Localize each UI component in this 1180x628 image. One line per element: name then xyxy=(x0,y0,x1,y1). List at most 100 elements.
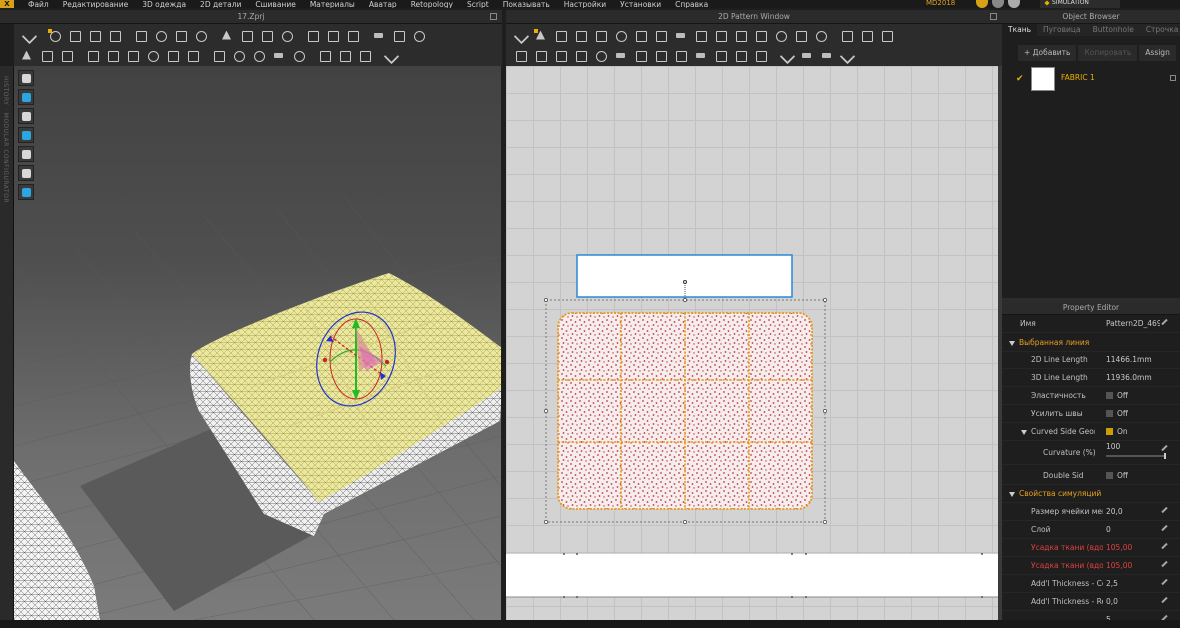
edit-pattern-icon[interactable] xyxy=(554,29,567,42)
texture-icon[interactable] xyxy=(106,49,119,62)
menu-2d-pattern[interactable]: 2D детали xyxy=(200,1,241,8)
internal-circle-icon[interactable] xyxy=(754,29,767,42)
prop-section-line[interactable]: Выбранная линия xyxy=(1002,334,1180,352)
button-icon[interactable] xyxy=(232,49,245,62)
measure-line-icon[interactable] xyxy=(840,49,853,62)
prop-checkbox-elastic[interactable]: Off xyxy=(1106,387,1128,405)
rotate-icon[interactable] xyxy=(146,49,159,62)
segment-sew-icon[interactable] xyxy=(306,29,319,42)
measure-icon[interactable] xyxy=(412,29,425,42)
edit-curvature-icon[interactable] xyxy=(574,29,587,42)
menu-retopology[interactable]: Retopology xyxy=(411,1,453,8)
steam-icon[interactable] xyxy=(86,49,99,62)
menu-settings[interactable]: Настройки xyxy=(564,1,606,8)
prop-checkbox-double[interactable]: Off xyxy=(1106,467,1128,485)
checkbox[interactable] xyxy=(1106,410,1113,417)
symmetry-icon[interactable] xyxy=(860,29,873,42)
prop-value[interactable]: 0 xyxy=(1106,521,1111,539)
free-sewing-icon[interactable] xyxy=(534,49,547,62)
checkbox[interactable] xyxy=(1106,472,1113,479)
check-sewing-icon[interactable] xyxy=(574,49,587,62)
internal-polygon-icon[interactable] xyxy=(714,29,727,42)
puckering-icon[interactable] xyxy=(292,49,305,62)
viewport-2d[interactable] xyxy=(506,66,998,620)
shrink-icon[interactable] xyxy=(186,49,199,62)
assign-button[interactable]: Assign xyxy=(1139,45,1176,61)
environment-icon[interactable] xyxy=(18,184,34,200)
transform-icon[interactable] xyxy=(108,29,121,42)
prop-name-value[interactable]: Pattern2D_469 xyxy=(1106,315,1160,333)
prop-section-sim[interactable]: Свойства симуляций xyxy=(1002,485,1180,503)
ruler-tool-icon[interactable] xyxy=(820,49,833,62)
menu-avatar[interactable]: Аватар xyxy=(369,1,397,8)
fold-arrangement-icon[interactable] xyxy=(88,29,101,42)
chevron-down-icon[interactable] xyxy=(514,29,527,42)
maximize-icon[interactable] xyxy=(490,13,497,20)
camera-icon[interactable] xyxy=(18,108,34,124)
menu-script[interactable]: Script xyxy=(467,1,489,8)
edit-icon[interactable] xyxy=(1161,318,1168,326)
menu-edit[interactable]: Редактирование xyxy=(63,1,128,8)
pattern-edit-icon[interactable] xyxy=(166,49,179,62)
help-icon[interactable] xyxy=(992,0,1004,8)
piping-icon[interactable] xyxy=(714,49,727,62)
menu-display[interactable]: Показывать xyxy=(503,1,550,8)
edit-icon[interactable] xyxy=(1161,506,1168,514)
edit-icon[interactable] xyxy=(1161,578,1168,586)
dashed-line-icon[interactable] xyxy=(800,49,813,62)
add-button[interactable]: + Добавить xyxy=(1018,45,1077,61)
trace-icon[interactable] xyxy=(794,29,807,42)
prop-value[interactable]: 2,5 xyxy=(1106,575,1118,593)
segment-sewing-icon[interactable] xyxy=(514,49,527,62)
m-n-sewing-icon[interactable] xyxy=(554,49,567,62)
prop-value[interactable]: 105,00 xyxy=(1106,557,1132,575)
copy-button[interactable]: Копировать xyxy=(1078,45,1138,61)
line-icon[interactable] xyxy=(220,29,233,42)
tape-icon[interactable] xyxy=(338,49,351,62)
pattern-arrangement-icon[interactable] xyxy=(840,29,853,42)
prop-value[interactable]: 100 xyxy=(1106,438,1120,456)
tack-tool-icon[interactable] xyxy=(594,49,607,62)
edit-icon[interactable] xyxy=(1161,444,1168,452)
edit-curve-point-icon[interactable] xyxy=(594,29,607,42)
free-topstitch-icon[interactable] xyxy=(674,49,687,62)
segment-topstitch-icon[interactable] xyxy=(654,49,667,62)
menu-file[interactable]: Файл xyxy=(28,1,49,8)
avatar-display-icon[interactable] xyxy=(18,165,34,181)
prop-value[interactable]: 0,0 xyxy=(1106,593,1118,611)
simulation-button[interactable]: SIMULATION xyxy=(1040,0,1120,8)
rectangle-icon[interactable] xyxy=(260,29,273,42)
rectangle-tool-icon[interactable] xyxy=(674,29,687,42)
gathering-icon[interactable] xyxy=(694,49,707,62)
edit-texture-icon[interactable] xyxy=(880,29,893,42)
fabric-options-icon[interactable] xyxy=(1170,75,1176,81)
tab-topstitch[interactable]: Строчка xyxy=(1140,24,1180,36)
internal-rectangle-icon[interactable] xyxy=(734,29,747,42)
free-sew-icon[interactable] xyxy=(326,29,339,42)
edit-icon[interactable] xyxy=(1161,524,1168,532)
menu-help[interactable]: Справка xyxy=(675,1,708,8)
seam-taping-icon[interactable] xyxy=(614,49,627,62)
tack-icon[interactable] xyxy=(346,29,359,42)
internal-line-icon[interactable] xyxy=(392,29,405,42)
account-icon[interactable] xyxy=(1008,0,1020,8)
pattern-piece-strip[interactable] xyxy=(576,254,793,298)
prop-value[interactable]: 20,0 xyxy=(1106,503,1123,521)
line-tool-icon[interactable] xyxy=(780,49,793,62)
checkbox[interactable] xyxy=(1106,392,1113,399)
select-mesh-icon[interactable] xyxy=(68,29,81,42)
topstitch-icon[interactable] xyxy=(634,49,647,62)
ruler-icon[interactable] xyxy=(358,49,371,62)
pleat-icon[interactable] xyxy=(754,49,767,62)
add-point-icon[interactable] xyxy=(614,29,627,42)
avatar-toggle-icon[interactable] xyxy=(18,70,34,86)
maximize-icon[interactable] xyxy=(990,13,997,20)
prop-checkbox-reinforce[interactable]: Off xyxy=(1106,405,1128,423)
select-tool-icon[interactable] xyxy=(40,49,53,62)
tab-button[interactable]: Пуговица xyxy=(1037,24,1087,36)
s-icon[interactable] xyxy=(976,0,988,8)
menu-sewing[interactable]: Сшивание xyxy=(255,1,295,8)
fabric-list-item[interactable]: ✔ FABRIC 1 xyxy=(1002,66,1180,92)
transform-pattern-icon[interactable] xyxy=(534,28,547,42)
tab-fabric[interactable]: Ткань xyxy=(1002,24,1038,36)
